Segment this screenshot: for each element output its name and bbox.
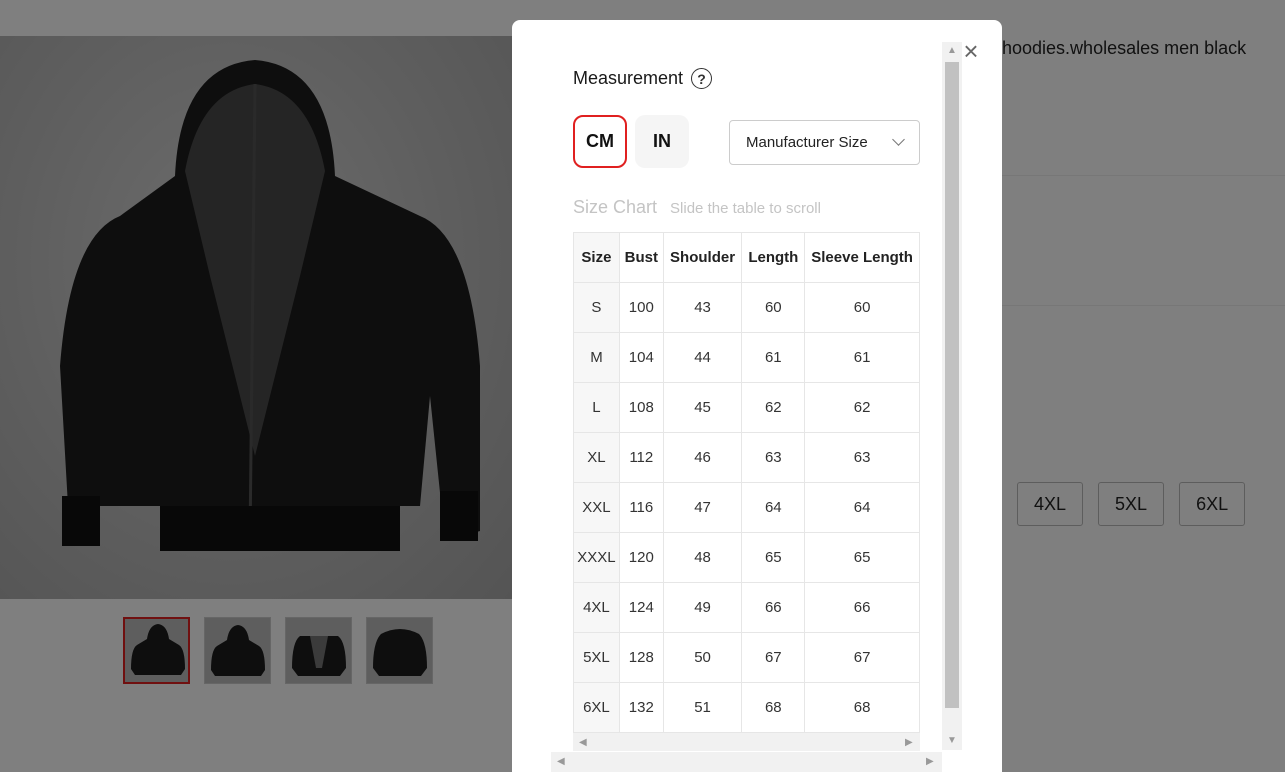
table-cell: 63 [741, 432, 806, 483]
header-bust: Bust [618, 232, 664, 283]
unit-in-button[interactable]: IN [635, 115, 689, 168]
header-length: Length [741, 232, 806, 283]
table-header-row: Size Bust Shoulder Length Sleeve Length [573, 232, 920, 283]
table-cell: 66 [741, 582, 806, 633]
table-row: XL 112 46 63 63 [573, 432, 920, 483]
table-row: 5XL 128 50 67 67 [573, 632, 920, 683]
table-cell: 60 [741, 282, 806, 333]
table-cell: 64 [804, 482, 920, 533]
table-cell: 108 [618, 382, 664, 433]
table-cell: 68 [741, 682, 806, 733]
table-cell: 48 [662, 532, 743, 583]
size-chart-title: Size Chart [573, 197, 658, 217]
modal-title: Measurement ? [573, 68, 713, 89]
table-cell: 65 [741, 532, 806, 583]
table-cell: 64 [741, 482, 806, 533]
table-cell: 124 [618, 582, 664, 633]
table-row: M 104 44 61 61 [573, 332, 920, 383]
table-cell: XL [573, 432, 620, 483]
table-row: L 108 45 62 62 [573, 382, 920, 433]
table-cell: 47 [662, 482, 743, 533]
table-cell: M [573, 332, 620, 383]
table-cell: 104 [618, 332, 664, 383]
header-shoulder: Shoulder [662, 232, 743, 283]
table-cell: 44 [662, 332, 743, 383]
table-cell: 61 [804, 332, 920, 383]
table-cell: 132 [618, 682, 664, 733]
table-cell: 60 [804, 282, 920, 333]
scroll-down-arrow-icon[interactable]: ▼ [947, 735, 957, 746]
table-cell: 68 [804, 682, 920, 733]
table-cell: 49 [662, 582, 743, 633]
table-cell: 46 [662, 432, 743, 483]
scroll-right-arrow-icon[interactable]: ▶ [905, 737, 913, 748]
table-cell: 67 [741, 632, 806, 683]
table-cell: 63 [804, 432, 920, 483]
table-row: 6XL 132 51 68 68 [573, 682, 920, 733]
table-cell: 62 [804, 382, 920, 433]
size-chart-heading: Size Chart Slide the table to scroll [573, 197, 821, 218]
modal-horizontal-scrollbar[interactable] [551, 752, 942, 772]
size-table: Size Bust Shoulder Length Sleeve Length … [573, 232, 920, 733]
table-row: XXXL 120 48 65 65 [573, 532, 920, 583]
table-cell: 65 [804, 532, 920, 583]
table-cell: 6XL [573, 682, 620, 733]
modal-title-text: Measurement [573, 68, 684, 88]
table-row: S 100 43 60 60 [573, 282, 920, 333]
size-type-select[interactable]: Manufacturer Size [729, 120, 920, 165]
table-row: XXL 116 47 64 64 [573, 482, 920, 533]
table-cell: 100 [618, 282, 664, 333]
header-size: Size [573, 232, 620, 283]
table-cell: 43 [662, 282, 743, 333]
table-cell: L [573, 382, 620, 433]
question-circle-icon[interactable]: ? [691, 68, 713, 89]
table-cell: 4XL [573, 582, 620, 633]
header-sleeve-length: Sleeve Length [804, 232, 920, 283]
scroll-up-arrow-icon[interactable]: ▲ [947, 45, 957, 56]
table-cell: 5XL [573, 632, 620, 683]
unit-cm-button[interactable]: CM [573, 115, 627, 168]
table-cell: 120 [618, 532, 664, 583]
table-cell: 67 [804, 632, 920, 683]
size-chart-hint: Slide the table to scroll [670, 200, 821, 217]
table-row: 4XL 124 49 66 66 [573, 582, 920, 633]
scroll-left-arrow-icon[interactable]: ◀ [579, 737, 587, 748]
close-icon[interactable]: × [961, 38, 981, 64]
table-cell: 61 [741, 332, 806, 383]
chevron-down-icon [892, 133, 905, 146]
table-cell: 128 [618, 632, 664, 683]
table-cell: 50 [662, 632, 743, 683]
table-cell: 45 [662, 382, 743, 433]
table-cell: S [573, 282, 620, 333]
table-cell: 66 [804, 582, 920, 633]
size-table-container[interactable]: Size Bust Shoulder Length Sleeve Length … [573, 232, 920, 750]
table-cell: 51 [662, 682, 743, 733]
table-cell: XXL [573, 482, 620, 533]
table-cell: 112 [618, 432, 664, 483]
table-cell: 116 [618, 482, 664, 533]
size-type-value: Manufacturer Size [746, 134, 868, 151]
table-horizontal-scrollbar[interactable] [573, 733, 920, 751]
table-cell: XXXL [573, 532, 620, 583]
table-cell: 62 [741, 382, 806, 433]
scroll-left-arrow-icon[interactable]: ◀ [557, 756, 565, 767]
modal-scrollbar-thumb[interactable] [945, 62, 959, 708]
scroll-right-arrow-icon[interactable]: ▶ [926, 756, 934, 767]
